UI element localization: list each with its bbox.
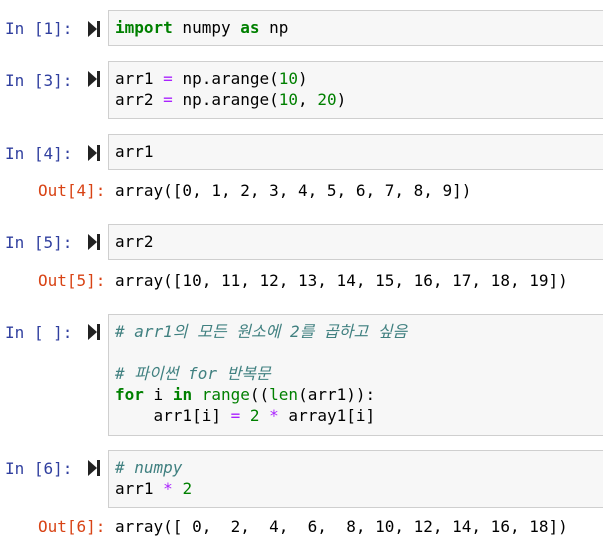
cell-output: array([0, 1, 2, 3, 4, 5, 6, 7, 8, 9]) <box>115 181 472 200</box>
out-prompt: Out[5]: <box>38 271 106 290</box>
in-prompt: In [6]: <box>5 459 73 478</box>
code-token: 2 <box>182 479 193 498</box>
code-cell[interactable]: arr1 <box>108 134 603 170</box>
code-cell[interactable]: arr2 <box>108 224 603 260</box>
code-line: arr2 = np.arange(10, 20) <box>115 89 603 110</box>
in-prompt: In [5]: <box>5 233 73 252</box>
code-token: = <box>163 69 173 88</box>
code-token: i <box>143 385 173 404</box>
code-line: import numpy as np <box>115 17 603 38</box>
code-line: # numpy <box>115 457 603 478</box>
code-token: # numpy <box>115 458 183 477</box>
code-token: (arr1)): <box>298 385 376 404</box>
code-token: (( <box>249 385 270 404</box>
code-token: = <box>163 90 173 109</box>
cell-output: array([10, 11, 12, 13, 14, 15, 16, 17, 1… <box>115 271 568 290</box>
code-line: # 파이썬 for 반복문 <box>115 363 603 384</box>
code-token: import <box>115 18 173 37</box>
run-cell-icon[interactable] <box>88 71 100 87</box>
code-line: arr2 <box>115 231 603 252</box>
code-token: * <box>269 406 279 425</box>
code-line: arr1[i] = 2 * array1[i] <box>115 405 603 426</box>
code-token: in <box>172 385 193 404</box>
code-line: # arr1의 모든 원소에 2를 곱하고 싶음 <box>115 321 603 342</box>
code-line: arr1 <box>115 141 603 162</box>
code-token: arr2 <box>115 232 154 251</box>
in-prompt: In [ ]: <box>5 323 73 342</box>
code-line: for i in range((len(arr1)): <box>115 384 603 405</box>
code-token: numpy <box>172 18 241 37</box>
code-token: len <box>269 385 299 404</box>
code-token: 20 <box>317 90 337 109</box>
code-token: arr1[i] <box>115 406 231 425</box>
in-prompt: In [1]: <box>5 19 73 38</box>
code-token: 2 <box>249 406 260 425</box>
code-line: arr1 * 2 <box>115 478 603 499</box>
run-cell-icon[interactable] <box>88 21 100 37</box>
code-token: 10 <box>278 90 299 109</box>
code-token: = <box>230 406 241 425</box>
run-cell-icon[interactable] <box>88 324 100 340</box>
code-token: array1[i] <box>278 406 376 425</box>
code-token: arr2 <box>115 90 164 109</box>
code-cell[interactable]: arr1 = np.arange(10) arr2 = np.arange(10… <box>108 61 603 119</box>
run-cell-icon[interactable] <box>88 460 100 476</box>
in-prompt: In [3]: <box>5 71 73 90</box>
in-prompt: In [4]: <box>5 144 73 163</box>
run-cell-icon[interactable] <box>88 145 100 161</box>
code-cell[interactable]: # numpy arr1 * 2 <box>108 450 603 508</box>
code-token: np.arange( <box>172 90 279 109</box>
code-token: arr1 <box>115 142 154 161</box>
code-token: np <box>259 18 289 37</box>
code-token: # 파이썬 for 반복문 <box>115 364 271 383</box>
code-token: # arr1의 모든 원소에 2를 곱하고 싶음 <box>115 322 408 341</box>
code-token: for <box>115 385 144 404</box>
run-cell-icon[interactable] <box>88 234 100 250</box>
code-token: arr1 <box>115 479 164 498</box>
code-token: np.arange( <box>172 69 279 88</box>
code-token: * <box>163 479 173 498</box>
code-token: arr1 <box>115 69 164 88</box>
code-cell[interactable]: import numpy as np <box>108 10 603 46</box>
code-token: , <box>298 90 318 109</box>
code-cell[interactable]: # arr1의 모든 원소에 2를 곱하고 싶음 # 파이썬 for 반복문 f… <box>108 314 603 436</box>
cell-output: array([ 0, 2, 4, 6, 8, 10, 12, 14, 16, 1… <box>115 517 568 536</box>
out-prompt: Out[6]: <box>38 517 106 536</box>
code-token: range <box>201 385 250 404</box>
code-token: 10 <box>278 69 299 88</box>
code-token: as <box>240 18 260 37</box>
code-token: ) <box>336 90 347 109</box>
code-line: arr1 = np.arange(10) <box>115 68 603 89</box>
out-prompt: Out[4]: <box>38 181 106 200</box>
code-token: ) <box>298 69 308 88</box>
